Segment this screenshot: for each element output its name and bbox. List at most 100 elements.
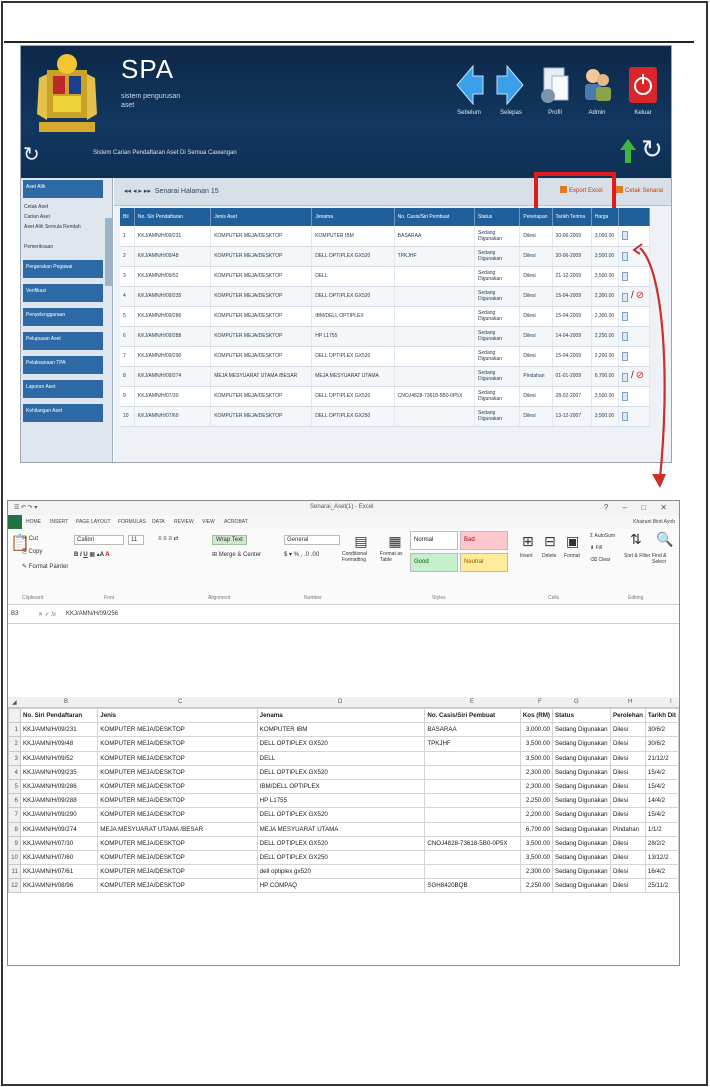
- spreadsheet-cell[interactable]: [424, 807, 521, 823]
- column-letter[interactable]: E: [470, 699, 474, 705]
- delete-cells-icon[interactable]: ⊟: [544, 533, 556, 550]
- style-bad[interactable]: Bad: [460, 531, 508, 550]
- spreadsheet-cell[interactable]: Sedang Digunakan: [551, 807, 611, 823]
- spreadsheet-cell[interactable]: TPKJHF: [424, 736, 521, 752]
- spreadsheet-cell[interactable]: Sedang Digunakan: [551, 878, 611, 894]
- refresh-icon[interactable]: ↻: [641, 134, 663, 165]
- style-good[interactable]: Good: [410, 553, 458, 572]
- header-cell[interactable]: No. Casis/Siri Pembuat: [424, 707, 521, 724]
- spreadsheet-cell[interactable]: KKJ/AMN/H/09/274: [19, 821, 99, 837]
- next-button[interactable]: Selepas: [491, 64, 531, 116]
- spreadsheet-cell[interactable]: KKJ/AMN/H/09/52: [19, 750, 99, 766]
- column-letter[interactable]: G: [574, 699, 579, 705]
- spreadsheet-cell[interactable]: Dilesi: [609, 722, 646, 738]
- spreadsheet-cell[interactable]: KOMPUTER MEJA/DESKTOP: [97, 807, 258, 823]
- header-cell[interactable]: Status: [551, 707, 611, 724]
- sidebar-item-kehilangan[interactable]: Kehilangan Aset: [23, 404, 103, 422]
- spreadsheet-cell[interactable]: Sedang Digunakan: [551, 793, 611, 809]
- spreadsheet-cell[interactable]: Sedang Digunakan: [551, 764, 611, 780]
- column-letter[interactable]: I: [670, 699, 672, 705]
- spreadsheet-cell[interactable]: DELL OPTIPLEX GX520: [256, 764, 426, 780]
- spreadsheet-cell[interactable]: HP L1755: [256, 793, 426, 809]
- sync-icon[interactable]: ↻: [23, 142, 40, 167]
- spreadsheet-cell[interactable]: 3,500.00: [519, 849, 553, 866]
- profile-button[interactable]: Profil: [535, 64, 575, 116]
- spreadsheet-cell[interactable]: Dilesi: [609, 807, 646, 823]
- spreadsheet-cell[interactable]: Sedang Digunakan: [551, 736, 611, 752]
- spreadsheet-cell[interactable]: [424, 750, 521, 766]
- tab-review[interactable]: REVIEW: [174, 519, 194, 525]
- formula-input[interactable]: KKJ/AMN/H/09/256: [66, 611, 118, 617]
- column-header[interactable]: No. Siri Pendaftaran: [134, 208, 212, 226]
- row-number[interactable]: 5: [8, 778, 21, 795]
- header-cell[interactable]: No. Siri Pendaftaran: [19, 707, 99, 724]
- pager[interactable]: ◂◂ ◂ ▸ ▸▸ Senarai Halaman 15: [124, 187, 219, 195]
- table-row[interactable]: 2 KKJ/AMN/H/09/48 KOMPUTER MEJA/DESKTOP DEL…: [120, 246, 651, 267]
- spreadsheet-cell[interactable]: Sedang Digunakan: [551, 778, 611, 795]
- table-row[interactable]: 7 KKJ/AMN/H/09/290 KOMPUTER MEJA/DESKTOP DE…: [120, 346, 651, 367]
- signed-in-user[interactable]: Khairani Binti Ayob: [633, 519, 675, 525]
- spreadsheet-cell[interactable]: KOMPUTER MEJA/DESKTOP: [97, 849, 258, 866]
- spreadsheet-cell[interactable]: DELL OPTIPLEX GX520: [256, 807, 426, 823]
- logout-button[interactable]: Keluar: [623, 64, 663, 116]
- spreadsheet-cell[interactable]: 21/12/2: [644, 750, 679, 766]
- tab-home[interactable]: HOME: [26, 519, 41, 525]
- sidebar-item-laporan[interactable]: Laporan Aset: [23, 380, 103, 398]
- spreadsheet-cell[interactable]: 3,500.00: [519, 750, 553, 766]
- spreadsheet-cell[interactable]: 28/2/2: [644, 835, 679, 851]
- table-row[interactable]: 6 KKJ/AMN/H/09/288 KOMPUTER MEJA/DESKTOP HP…: [120, 326, 651, 347]
- spreadsheet-cell[interactable]: Sedang Digunakan: [551, 821, 611, 837]
- spreadsheet-cell[interactable]: [424, 849, 521, 866]
- sidebar-subitem[interactable]: Carian Aset: [24, 214, 50, 220]
- font-name-select[interactable]: Calibri: [74, 535, 124, 545]
- spreadsheet-cell[interactable]: 15/4/2: [644, 764, 679, 780]
- font-size-select[interactable]: 11: [128, 535, 144, 545]
- insert-cells-button[interactable]: Insert: [520, 553, 533, 559]
- column-header[interactable]: No. Casis/Siri Pembuat: [394, 208, 476, 226]
- sidebar-scrollbar[interactable]: [105, 218, 112, 286]
- tab-view[interactable]: VIEW: [202, 519, 215, 525]
- align-buttons[interactable]: ≡ ≡ ≡ ⇄: [158, 535, 179, 542]
- spreadsheet-cell[interactable]: Pindahan: [609, 821, 646, 837]
- column-letter[interactable]: H: [628, 699, 632, 705]
- delete-cells-button[interactable]: Delete: [542, 553, 556, 559]
- cut-button[interactable]: ✂ Cut: [22, 535, 38, 542]
- table-row[interactable]: 9 KKJ/AMN/H/07/30 KOMPUTER MEJA/DESKTOP DEL…: [120, 386, 651, 407]
- spreadsheet-cell[interactable]: MEJA MESYUARAT UTAMA /BESAR: [97, 821, 258, 837]
- row-number[interactable]: 1: [8, 722, 21, 738]
- spreadsheet-cell[interactable]: HP COMPAQ: [256, 878, 426, 894]
- column-header[interactable]: Penetapan: [519, 208, 553, 226]
- tab-page-layout[interactable]: PAGE LAYOUT: [76, 519, 111, 525]
- spreadsheet-cell[interactable]: Dilesi: [609, 864, 646, 880]
- table-row[interactable]: 5 KKJ/AMN/H/09/286 KOMPUTER MEJA/DESKTOP IB…: [120, 306, 651, 327]
- row-number[interactable]: 8: [8, 821, 21, 837]
- spreadsheet-cell[interactable]: [424, 821, 521, 837]
- sidebar-item-aset-alih[interactable]: Aset Alih: [23, 180, 103, 198]
- spreadsheet-cell[interactable]: 25/11/2: [644, 878, 679, 894]
- row-number[interactable]: 9: [8, 835, 21, 851]
- spreadsheet-cell[interactable]: KKJ/AMN/H/09/235: [19, 764, 99, 780]
- number-format-select[interactable]: General: [284, 535, 340, 545]
- number-buttons[interactable]: $ ▾ % , .0 .00: [284, 551, 319, 558]
- header-cell[interactable]: Tarikh Dit: [644, 707, 679, 724]
- column-letter[interactable]: D: [338, 699, 342, 705]
- header-cell[interactable]: Kos (RM): [519, 707, 553, 724]
- spreadsheet-cell[interactable]: Sedang Digunakan: [551, 835, 611, 851]
- spreadsheet-cell[interactable]: 30/6/2: [644, 736, 679, 752]
- row-number[interactable]: 12: [8, 878, 21, 894]
- find-select-button[interactable]: Find & Select: [652, 553, 679, 565]
- row-number[interactable]: 7: [8, 807, 21, 823]
- wrap-text-button[interactable]: Wrap Text: [212, 535, 247, 545]
- format-cells-icon[interactable]: ▣: [566, 533, 579, 550]
- fill-button[interactable]: ⬇ Fill: [590, 545, 602, 551]
- row-number[interactable]: 6: [8, 793, 21, 809]
- spreadsheet-cell[interactable]: dell optiplex gx520: [256, 864, 426, 880]
- format-as-table-button[interactable]: Format as Table: [380, 551, 410, 563]
- spreadsheet-cell[interactable]: DELL OPTIPLEX GX250: [256, 849, 426, 866]
- spreadsheet-cell[interactable]: KOMPUTER MEJA/DESKTOP: [97, 878, 258, 894]
- sort-filter-icon[interactable]: ⇅: [630, 531, 642, 548]
- column-header[interactable]: Harga: [591, 208, 619, 226]
- spreadsheet-cell[interactable]: KKJ/AMN/H/09/286: [19, 778, 99, 795]
- font-style-buttons[interactable]: B I U ▦ ▴A A: [74, 551, 110, 558]
- spreadsheet-cell[interactable]: Sedang Digunakan: [551, 750, 611, 766]
